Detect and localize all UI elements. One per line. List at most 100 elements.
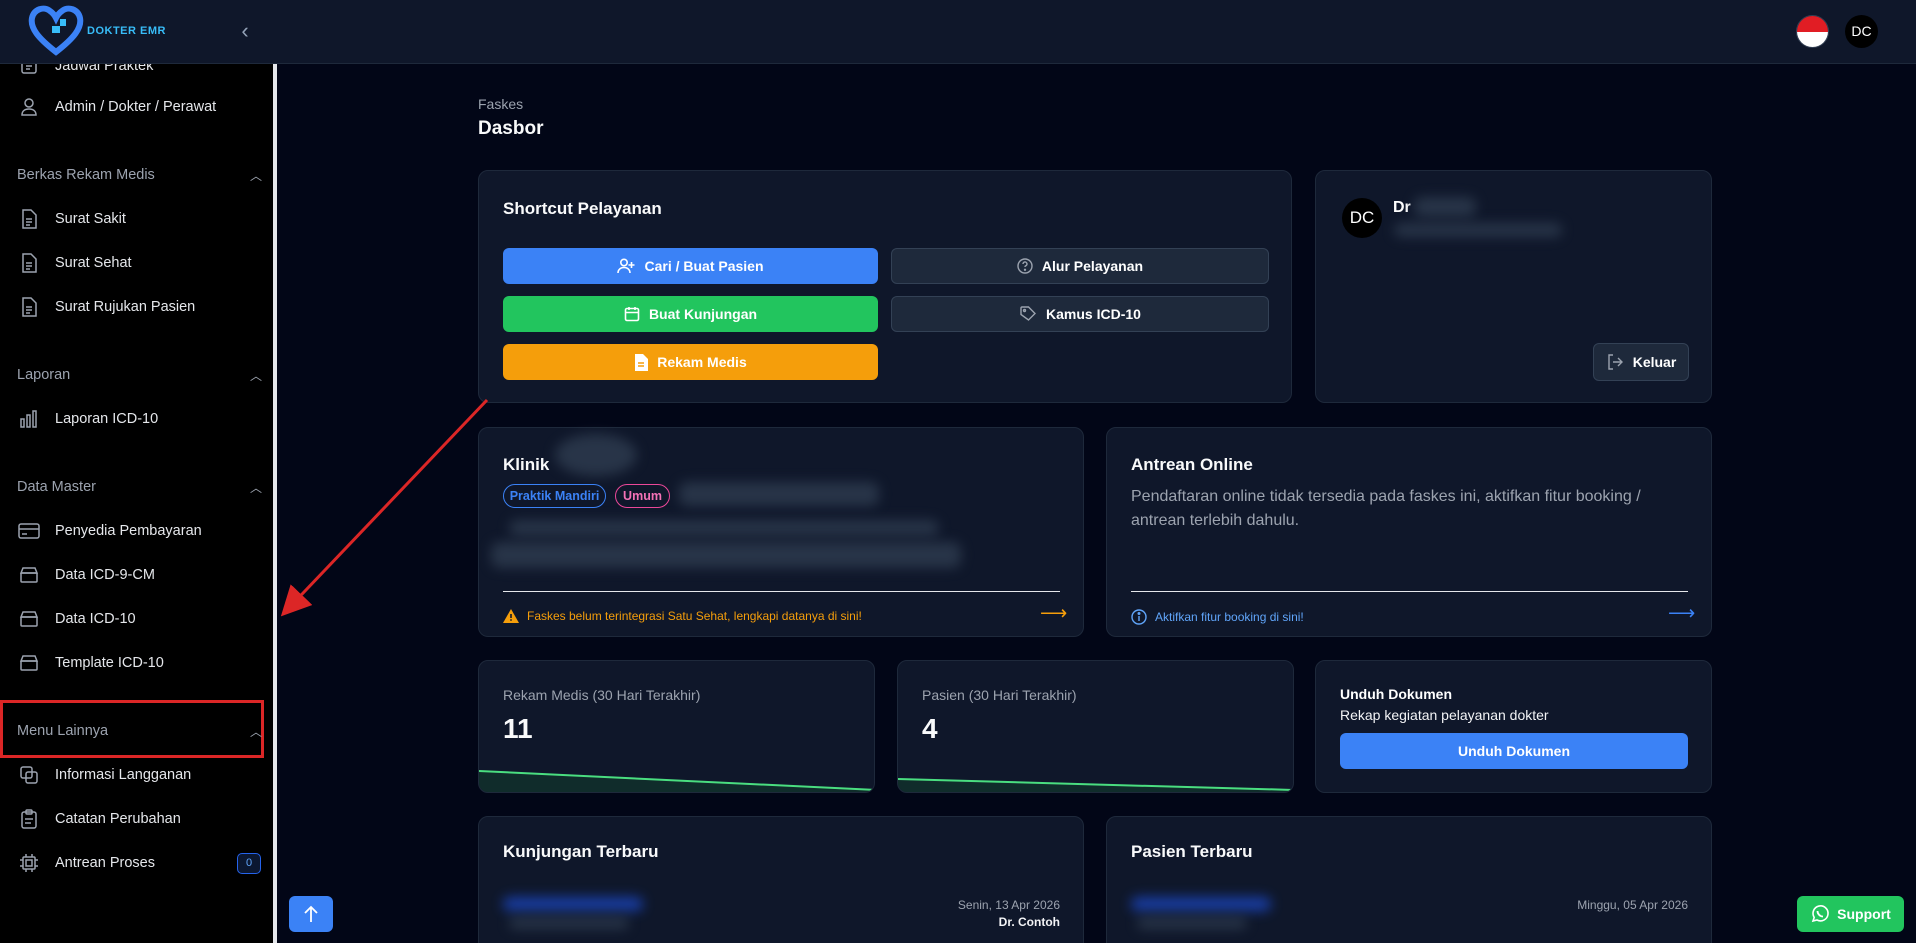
klinik-title: Klinik <box>503 455 550 474</box>
redacted-address-line <box>491 542 961 568</box>
sidebar-item-label: Data ICD-10 <box>55 611 136 627</box>
redacted-badge <box>679 482 879 506</box>
rekam-medis-button[interactable]: Rekam Medis <box>503 344 878 380</box>
language-flag-icon[interactable] <box>1796 15 1829 48</box>
sidebar-item-laporan-icd10[interactable]: Laporan ICD-10 <box>18 404 158 434</box>
sidebar-item-jadwal-praktek[interactable]: Jadwal Praktek <box>18 64 153 81</box>
kunjungan-terbaru-card: Kunjungan Terbaru Senin, 13 Apr 2026 Dr.… <box>478 816 1084 943</box>
aktifkan-booking-link[interactable]: Aktifkan fitur booking di sini! <box>1131 609 1304 625</box>
button-label: Kamus ICD-10 <box>1046 306 1141 322</box>
chevron-up-icon: ︿ <box>249 480 262 495</box>
section-laporan[interactable]: Laporan ︿ <box>17 363 262 387</box>
file-text-icon <box>634 353 649 371</box>
credit-card-icon <box>18 520 40 542</box>
support-button[interactable]: Support <box>1797 896 1904 932</box>
badge-umum: Umum <box>615 484 670 508</box>
shortcut-card: Shortcut Pelayanan Cari / Buat Pasien Al… <box>478 170 1292 403</box>
shortcut-title: Shortcut Pelayanan <box>503 199 662 218</box>
sidebar-item-informasi-langganan[interactable]: Informasi Langganan <box>18 760 191 790</box>
sidebar-item-surat-sakit[interactable]: Surat Sakit <box>18 204 126 234</box>
top-bar: DOKTER EMR ‹ DC <box>0 0 1916 64</box>
unduh-dokumen-button[interactable]: Unduh Dokumen <box>1340 733 1688 769</box>
section-berkas-rekam-medis[interactable]: Berkas Rekam Medis ︿ <box>17 163 262 187</box>
unduh-subtitle: Rekap kegiatan pelayanan dokter <box>1340 707 1549 723</box>
sidebar-item-label: Surat Sehat <box>55 255 132 271</box>
sidebar-item-admin[interactable]: Admin / Dokter / Perawat <box>18 92 216 122</box>
kunjungan-doctor: Dr. Contoh <box>998 915 1060 929</box>
sidebar-item-template-icd10[interactable]: Template ICD-10 <box>18 648 164 678</box>
user-plus-icon <box>617 258 635 274</box>
sidebar-item-penyedia-pembayaran[interactable]: Penyedia Pembayaran <box>18 516 202 546</box>
calendar-edit-icon <box>18 64 40 77</box>
sidebar-item-surat-sehat[interactable]: Surat Sehat <box>18 248 132 278</box>
user-icon <box>18 96 40 118</box>
scroll-to-top-button[interactable] <box>289 896 333 932</box>
calendar-icon <box>624 306 640 322</box>
sidebar-item-label: Penyedia Pembayaran <box>55 523 202 539</box>
user-avatar[interactable]: DC <box>1845 15 1878 48</box>
document-icon <box>18 296 40 318</box>
support-label: Support <box>1837 906 1891 922</box>
stat-value: 4 <box>922 713 938 744</box>
pasien-terbaru-date: Minggu, 05 Apr 2026 <box>1577 898 1688 912</box>
unduh-dokumen-card: Unduh Dokumen Rekap kegiatan pelayanan d… <box>1315 660 1712 793</box>
redacted-patient-name <box>503 897 643 911</box>
chevron-up-icon: ︿ <box>249 168 262 183</box>
redacted-name <box>1414 197 1476 217</box>
sidebar-item-label: Template ICD-10 <box>55 655 164 671</box>
sidebar: Jadwal Praktek Admin / Dokter / Perawat … <box>0 64 277 943</box>
buat-kunjungan-button[interactable]: Buat Kunjungan <box>503 296 878 332</box>
pasien-sparkline <box>898 778 1293 792</box>
redacted-klinik-name <box>555 434 637 476</box>
warning-text: Faskes belum terintegrasi Satu Sehat, le… <box>527 609 862 623</box>
document-icon <box>18 208 40 230</box>
chevron-up-icon: ︿ <box>249 368 262 383</box>
alur-pelayanan-button[interactable]: Alur Pelayanan <box>891 248 1269 284</box>
redacted-address-line <box>509 520 939 536</box>
kamus-icd10-button[interactable]: Kamus ICD-10 <box>891 296 1269 332</box>
button-label: Alur Pelayanan <box>1041 258 1144 274</box>
divider <box>1131 591 1688 592</box>
arrow-right-icon[interactable]: ⟶ <box>1668 602 1695 625</box>
arrow-right-icon[interactable]: ⟶ <box>1040 602 1067 625</box>
sidebar-item-catatan-perubahan[interactable]: Catatan Perubahan <box>18 804 181 834</box>
whatsapp-icon <box>1810 904 1830 924</box>
bar-chart-icon <box>18 408 40 430</box>
kunjungan-title: Kunjungan Terbaru <box>503 842 659 861</box>
logout-icon <box>1606 353 1624 371</box>
archive-icon <box>18 608 40 630</box>
stat-value: 11 <box>503 713 533 744</box>
profile-name: Dr <box>1393 199 1411 216</box>
pasien-stat-card: Pasien (30 Hari Terakhir) 4 <box>897 660 1294 793</box>
sidebar-item-antrean-proses[interactable]: Antrean Proses <box>18 848 155 878</box>
arrow-up-icon <box>304 905 318 922</box>
help-circle-icon <box>1017 258 1033 274</box>
logo-text: DOKTER EMR <box>87 25 166 37</box>
cari-buat-pasien-button[interactable]: Cari / Buat Pasien <box>503 248 878 284</box>
tag-icon <box>1019 305 1037 323</box>
badge-praktik-mandiri: Praktik Mandiri <box>503 484 606 508</box>
antrean-description: Pendaftaran online tidak tersedia pada f… <box>1131 488 1641 529</box>
breadcrumb[interactable]: Faskes <box>478 96 523 112</box>
section-data-master[interactable]: Data Master ︿ <box>17 475 262 499</box>
archive-icon <box>18 564 40 586</box>
antrean-title: Antrean Online <box>1131 455 1253 474</box>
redacted-email <box>1394 223 1562 237</box>
pasien-terbaru-card: Pasien Terbaru Minggu, 05 Apr 2026 <box>1106 816 1712 943</box>
page-title: Dasbor <box>478 118 544 139</box>
sidebar-item-data-icd10[interactable]: Data ICD-10 <box>18 604 136 634</box>
antrean-count-badge: 0 <box>237 853 261 874</box>
profile-card: DC Dr Keluar <box>1315 170 1712 403</box>
section-menu-lainnya[interactable]: Menu Lainnya ︿ <box>17 719 262 743</box>
document-icon <box>18 252 40 274</box>
keluar-button[interactable]: Keluar <box>1593 343 1689 381</box>
stat-label: Pasien (30 Hari Terakhir) <box>922 687 1077 703</box>
sidebar-collapse-button[interactable]: ‹ <box>234 18 256 44</box>
sidebar-item-surat-rujukan[interactable]: Surat Rujukan Pasien <box>18 292 195 322</box>
sidebar-item-label: Laporan ICD-10 <box>55 411 159 427</box>
clipboard-icon <box>18 808 40 830</box>
pasien-terbaru-title: Pasien Terbaru <box>1131 842 1253 861</box>
sidebar-item-data-icd9[interactable]: Data ICD-9-CM <box>18 560 155 590</box>
logo-heart-icon[interactable] <box>28 4 84 56</box>
satu-sehat-warning[interactable]: Faskes belum terintegrasi Satu Sehat, le… <box>503 609 862 623</box>
